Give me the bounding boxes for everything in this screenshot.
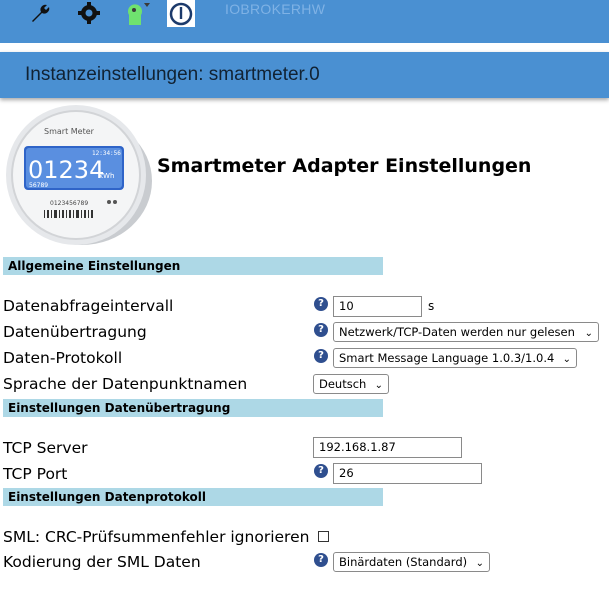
tcp-server-input[interactable]: 192.168.1.87 xyxy=(313,437,462,458)
meter-sub: 56789 xyxy=(29,182,48,189)
tcp-server-label: TCP Server xyxy=(3,439,88,457)
section-protocol: Einstellungen Datenprotokoll xyxy=(3,488,383,506)
help-icon[interactable]: ? xyxy=(314,464,328,478)
meter-serial: 0123456789 xyxy=(50,200,88,207)
language-select[interactable]: Deutsch ⌄ xyxy=(313,374,389,394)
help-icon[interactable]: ? xyxy=(314,297,328,311)
protocol-select-value: Smart Message Language 1.0.3/1.0.4 xyxy=(339,351,555,365)
encoding-select-value: Binärdaten (Standard) xyxy=(339,555,468,569)
top-toolbar: IOBROKERHW xyxy=(0,0,609,43)
crc-label: SML: CRC-Prüfsummenfehler ignorieren xyxy=(3,528,310,546)
help-icon[interactable]: ? xyxy=(314,349,328,363)
page-title: Instanzeinstellungen: smartmeter.0 xyxy=(25,64,320,85)
transmission-select[interactable]: Netzwerk/TCP-Daten werden nur gelesen ⌄ xyxy=(333,322,599,342)
meter-reading: 01234 xyxy=(28,156,104,184)
interval-unit: s xyxy=(428,299,435,313)
meter-brand: Smart Meter xyxy=(44,127,95,136)
language-select-value: Deutsch xyxy=(319,377,367,391)
smart-meter-image: Smart Meter 12:34:56 01234 kWh 56789 012… xyxy=(4,103,154,249)
help-icon[interactable]: ? xyxy=(314,323,328,337)
meter-unit: kWh xyxy=(99,172,114,180)
transmission-select-value: Netzwerk/TCP-Daten werden nur gelesen xyxy=(339,325,575,339)
protocol-select[interactable]: Smart Message Language 1.0.3/1.0.4 ⌄ xyxy=(333,348,577,368)
adapter-heading: Smartmeter Adapter Einstellungen xyxy=(157,155,532,177)
chevron-down-icon: ⌄ xyxy=(562,354,571,365)
tcp-port-label: TCP Port xyxy=(3,465,68,483)
chevron-down-icon: ⌄ xyxy=(374,380,383,391)
title-bar: Instanzeinstellungen: smartmeter.0 xyxy=(0,52,609,98)
help-icon[interactable]: ? xyxy=(314,553,328,567)
brand-label: IOBROKERHW xyxy=(225,1,326,17)
encoding-label: Kodierung der SML Daten xyxy=(3,553,201,571)
section-transfer: Einstellungen Datenübertragung xyxy=(3,399,383,417)
wrench-icon[interactable] xyxy=(28,0,54,26)
interval-input[interactable]: 10 xyxy=(333,296,422,317)
crc-checkbox[interactable] xyxy=(318,531,329,542)
chevron-down-icon: ⌄ xyxy=(584,328,593,339)
chevron-down-icon: ⌄ xyxy=(475,558,484,569)
interval-label: Datenabfrageintervall xyxy=(3,297,174,315)
language-label: Sprache der Datenpunktnamen xyxy=(3,375,248,393)
protocol-label: Daten-Protokoll xyxy=(3,349,123,367)
transmission-label: Datenübertragung xyxy=(3,323,147,341)
encoding-select[interactable]: Binärdaten (Standard) ⌄ xyxy=(333,552,490,572)
gear-icon[interactable] xyxy=(76,0,102,26)
section-general: Allgemeine Einstellungen xyxy=(3,257,383,275)
power-icon[interactable] xyxy=(167,0,195,27)
tcp-port-input[interactable]: 26 xyxy=(333,463,482,484)
user-help-icon[interactable] xyxy=(124,0,152,26)
